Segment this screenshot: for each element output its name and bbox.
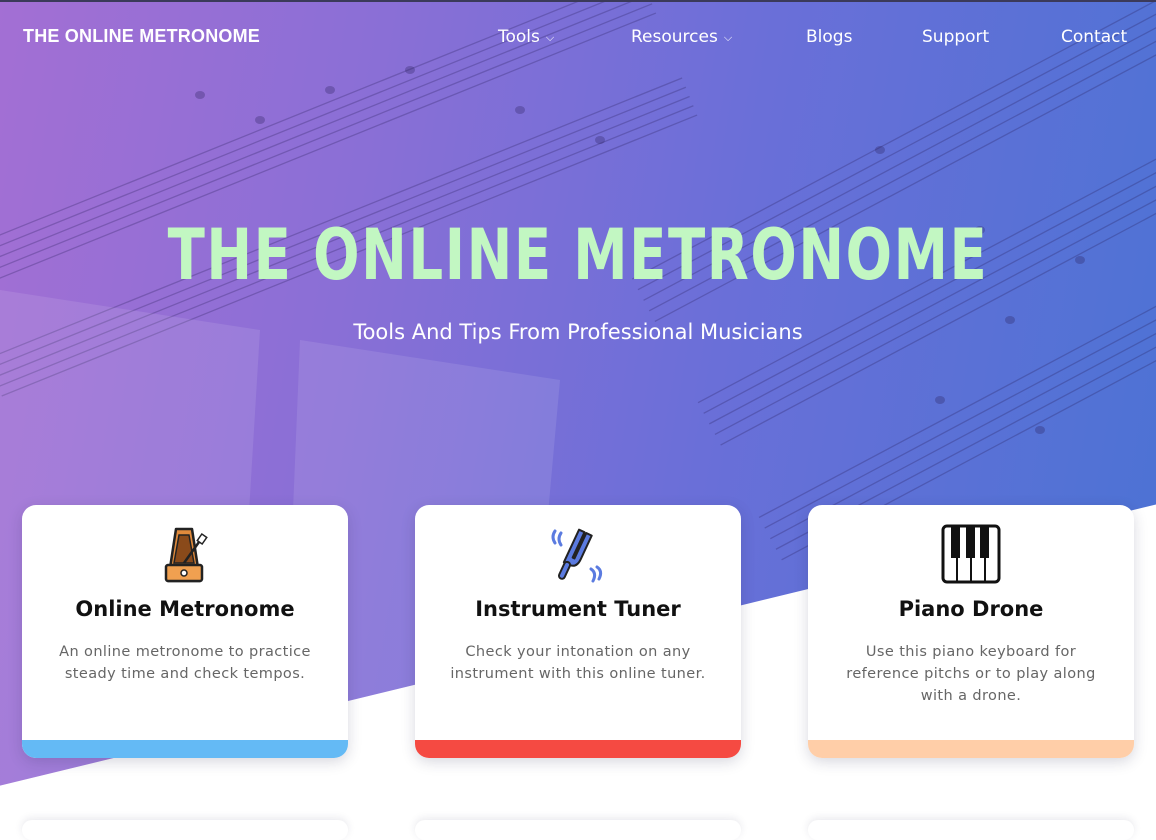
card-description: An online metronome to practice steady t… (59, 644, 311, 682)
nav-support-label: Support (922, 27, 990, 47)
hero-title: THE ONLINE METRONOME (167, 214, 989, 296)
top-navigation: THE ONLINE METRONOME Tools ⌵ Resources ⌵… (0, 0, 1156, 76)
card-instrument-tuner[interactable]: Instrument Tuner Check your intonation o… (415, 505, 741, 758)
next-row-card-edge (415, 820, 741, 840)
site-logo[interactable]: THE ONLINE METRONOME (23, 26, 260, 47)
card-accent-bar (415, 740, 741, 758)
card-accent-bar (808, 740, 1134, 758)
chevron-down-icon: ⌵ (545, 31, 555, 44)
nav-blogs-label: Blogs (806, 27, 853, 47)
nav-tools[interactable]: Tools ⌵ (498, 27, 554, 47)
chevron-down-icon: ⌵ (723, 31, 733, 44)
card-title: Online Metronome (75, 597, 295, 621)
nav-resources[interactable]: Resources ⌵ (631, 27, 732, 47)
nav-contact[interactable]: Contact (1061, 27, 1127, 47)
card-online-metronome[interactable]: Online Metronome An online metronome to … (22, 505, 348, 758)
nav-contact-label: Contact (1061, 27, 1128, 47)
nav-support[interactable]: Support (922, 27, 989, 47)
nav-tools-label: Tools (498, 27, 540, 47)
card-accent-bar (22, 740, 348, 758)
card-title: Instrument Tuner (475, 597, 681, 621)
card-description: Use this piano keyboard for reference pi… (846, 644, 1096, 704)
tuning-fork-icon (551, 528, 603, 583)
card-title: Piano Drone (898, 597, 1044, 621)
hero-subtitle: Tools And Tips From Professional Musicia… (353, 320, 803, 344)
card-piano-drone[interactable]: Piano Drone Use this piano keyboard for … (808, 505, 1134, 758)
next-row-card-edge (808, 820, 1134, 840)
nav-resources-label: Resources (631, 27, 718, 47)
metronome-icon (164, 527, 208, 583)
piano-keys-icon (941, 524, 1001, 584)
next-row-card-edge (22, 820, 348, 840)
nav-blogs[interactable]: Blogs (806, 27, 852, 47)
card-description: Check your intonation on any instrument … (450, 644, 706, 682)
top-border (0, 0, 1156, 2)
